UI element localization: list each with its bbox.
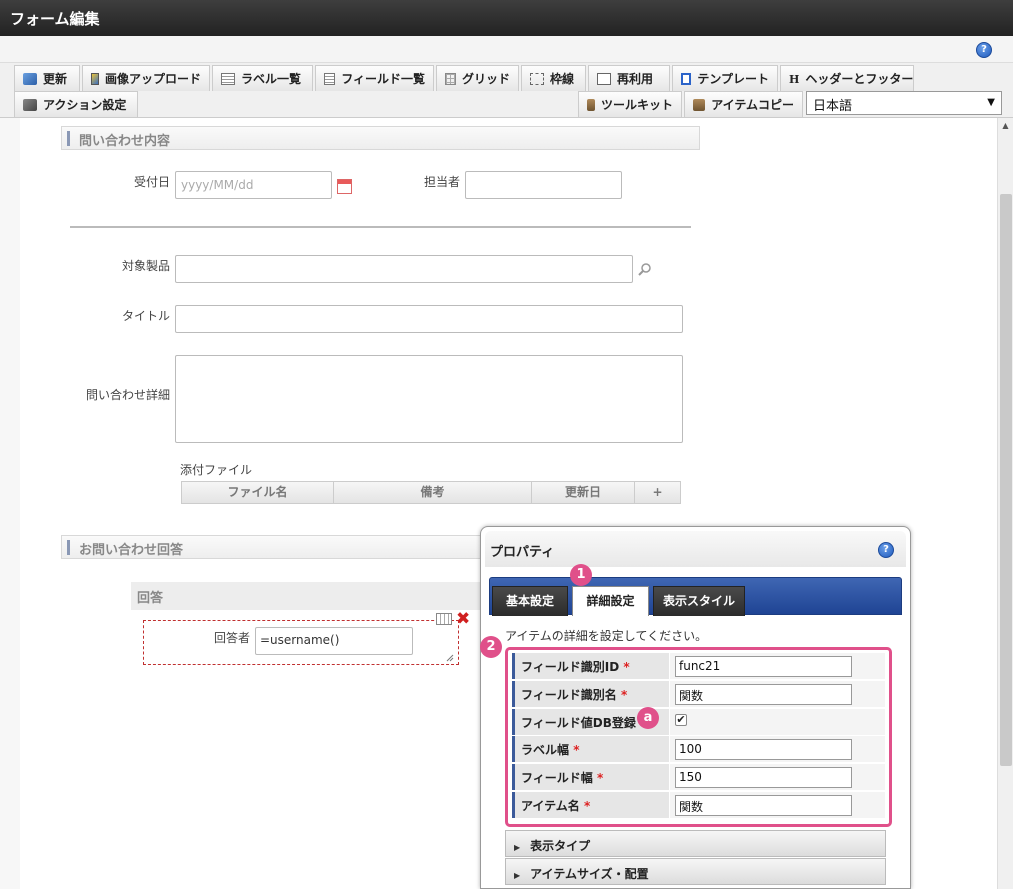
refresh-icon (23, 72, 37, 85)
vertical-scrollbar[interactable]: ▲ (997, 118, 1013, 889)
resize-handle-icon[interactable] (446, 654, 454, 662)
toolkit-icon (693, 98, 706, 111)
delete-icon[interactable]: ✖ (456, 609, 470, 629)
panel-title: プロパティ ? (485, 531, 906, 567)
frame-button[interactable]: 枠線 (521, 65, 586, 91)
title-input[interactable] (175, 305, 683, 333)
help-icon[interactable]: ? (976, 42, 992, 58)
template-icon (681, 72, 692, 85)
section-header-answer: お問い合わせ回答 (61, 535, 491, 559)
template-button[interactable]: テンプレート (672, 65, 778, 91)
toolkit-button[interactable]: ツールキット (578, 91, 682, 117)
received-date-input[interactable]: yyyy/MM/dd (175, 171, 332, 199)
attachment-table-header: ファイル名 備考 更新日 + (181, 481, 681, 504)
help-icon[interactable]: ? (878, 542, 894, 558)
calendar-icon[interactable] (337, 179, 352, 194)
column-header: ファイル名 (182, 482, 334, 503)
field-width-input[interactable]: 150 (675, 767, 852, 788)
annotation-badge-2: 2 (480, 636, 502, 658)
chevron-right-icon: ▶ (514, 843, 521, 852)
product-label: 対象製品 (121, 259, 170, 273)
document-icon (597, 72, 611, 85)
item-copy-button[interactable]: アイテムコピー (684, 91, 803, 117)
field-id-input[interactable]: func21 (675, 656, 852, 677)
label-width-input[interactable]: 100 (675, 739, 852, 760)
title-label: タイトル (121, 309, 170, 323)
property-row: アイテム名 * 関数 (512, 792, 885, 819)
header-icon: H (789, 72, 800, 86)
frame-icon (530, 72, 544, 85)
properties-panel: プロパティ ? 基本設定 詳細設定 表示スタイル アイテムの詳細を設定してくださ… (480, 526, 911, 889)
list-icon (324, 72, 336, 85)
db-register-checkbox[interactable]: ✔ (675, 714, 687, 726)
tab-basic[interactable]: 基本設定 (492, 586, 568, 616)
column-header: 更新日 (532, 482, 635, 503)
tab-detail[interactable]: 詳細設定 (572, 586, 649, 616)
left-gutter (0, 118, 20, 889)
scroll-thumb[interactable] (1000, 194, 1012, 766)
annotation-badge-a: a (637, 707, 659, 729)
column-header: 備考 (334, 482, 532, 503)
language-select[interactable]: 日本語 ▼ (806, 91, 1002, 115)
section-header-inquiry: 問い合わせ内容 (61, 126, 700, 150)
header-footer-button[interactable]: H ヘッダーとフッター (780, 65, 914, 91)
list-icon (221, 72, 235, 85)
label-list-button[interactable]: ラベル一覧 (212, 65, 313, 91)
action-settings-button[interactable]: アクション設定 (14, 91, 138, 117)
image-upload-button[interactable]: 画像アップロード (82, 65, 210, 91)
item-name-input[interactable]: 関数 (675, 795, 852, 816)
product-input[interactable] (175, 255, 633, 283)
add-row-icon[interactable]: + (635, 482, 680, 503)
action-icon (23, 98, 37, 111)
help-bar: ? (0, 36, 1013, 63)
received-date-label: 受付日 (133, 175, 170, 189)
window-title: フォーム編集 (0, 0, 1013, 36)
panel-description: アイテムの詳細を設定してください。 (505, 629, 708, 643)
responder-label: 回答者 (213, 631, 250, 645)
property-table: フィールド識別ID * func21 フィールド識別名 * 関数 フィールド値D… (505, 647, 892, 827)
search-icon[interactable] (638, 262, 652, 276)
responder-input[interactable]: =username() (255, 627, 413, 655)
detail-textarea[interactable] (175, 355, 683, 443)
assignee-input[interactable] (465, 171, 622, 199)
detail-label: 問い合わせ詳細 (85, 388, 170, 402)
accordion-item-size[interactable]: ▶ アイテムサイズ・配置 (505, 858, 886, 885)
attachment-label: 添付ファイル (180, 463, 253, 477)
annotation-badge-1: 1 (570, 564, 592, 586)
scroll-up-arrow[interactable]: ▲ (998, 118, 1013, 134)
property-tabs: 基本設定 詳細設定 表示スタイル (489, 577, 902, 616)
tab-display-style[interactable]: 表示スタイル (653, 586, 745, 616)
selected-item-box[interactable]: 回答者 =username() (143, 620, 459, 665)
property-row: フィールド識別ID * func21 (512, 653, 885, 680)
field-list-button[interactable]: フィールド一覧 (315, 65, 434, 91)
divider-line (70, 226, 691, 228)
chevron-right-icon: ▶ (514, 871, 521, 880)
toolkit-icon (587, 98, 595, 111)
item-settings-icon[interactable] (436, 613, 452, 625)
chevron-down-icon: ▼ (987, 97, 995, 108)
field-name-input[interactable]: 関数 (675, 684, 852, 705)
property-row: フィールド値DB登録 ✔ (512, 709, 885, 736)
image-icon (91, 72, 99, 85)
property-row: ラベル幅 * 100 (512, 736, 885, 763)
grid-icon (445, 72, 456, 85)
grid-button[interactable]: グリッド (436, 65, 519, 91)
reuse-button[interactable]: 再利用 (588, 65, 670, 91)
accordion-display-type[interactable]: ▶ 表示タイプ (505, 830, 886, 857)
answer-group-header: 回答 (131, 582, 481, 610)
property-row: フィールド幅 * 150 (512, 764, 885, 791)
property-row: フィールド識別名 * 関数 (512, 681, 885, 708)
update-button[interactable]: 更新 (14, 65, 80, 91)
assignee-label: 担当者 (423, 175, 460, 189)
